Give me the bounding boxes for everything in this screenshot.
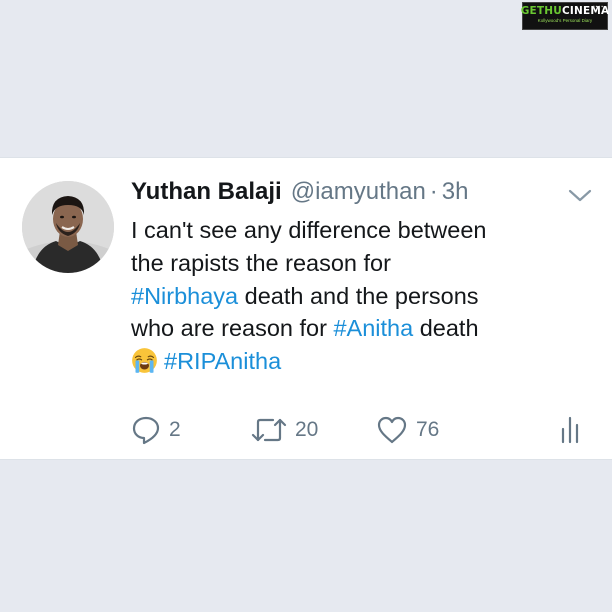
tweet-text-line: #RIPAnitha [131,345,596,378]
reply-button[interactable]: 2 [131,414,181,446]
tweet-text-line: the rapists the reason for [131,249,391,276]
user-handle[interactable]: @iamyuthan [291,176,426,208]
analytics-button[interactable] [559,414,581,446]
chevron-down-icon[interactable] [566,186,594,204]
hashtag-nirbhaya-link[interactable]: #Nirbhaya [131,283,238,309]
retweet-button[interactable]: 20 [251,414,318,446]
analytics-icon [561,416,579,444]
tweet-text: I can't see any difference between the r… [131,214,596,378]
like-count: 76 [416,418,440,441]
tweet-text-fragment: death [413,315,479,342]
heart-icon [377,416,407,444]
avatar[interactable] [22,181,114,273]
display-name[interactable]: Yuthan Balaji [131,176,282,208]
tweet-card: Yuthan Balaji @iamyuthan · 3h I can't se… [0,157,612,460]
reply-count: 2 [169,418,181,441]
watermark-film-dots: ▪▪▪▪ [592,4,604,10]
tweet-text-line: who are reason for #Anitha death [131,312,596,345]
tweet-text-fragment: death and the persons [238,282,479,309]
gethucinema-watermark: ▪▪▪▪ GETHUCINEMA Kollywood's Personal Di… [520,2,609,30]
avatar-photo [22,181,114,273]
reply-icon [132,416,160,445]
like-button[interactable]: 76 [376,414,439,446]
tweet-text-line: I can't see any difference between [131,217,487,243]
hashtag-anitha-link[interactable]: #Anitha [333,315,413,341]
header-separator: · [429,178,438,205]
tweet-timestamp[interactable]: 3h [442,176,469,208]
tweet-text-fragment: who are reason for [131,315,334,342]
crying-face-emoji-icon [132,348,157,374]
retweet-icon [251,418,287,442]
watermark-tagline: Kollywood's Personal Diary [537,18,593,23]
tweet-text-line: #Nirbhaya death and the persons [131,280,596,313]
tweet-actions: 2 20 76 [131,414,591,446]
tweet-header: Yuthan Balaji @iamyuthan · 3h [131,176,469,208]
retweet-count: 20 [295,418,319,441]
watermark-brand-part1: GETHU [520,5,562,17]
hashtag-ripanitha-link[interactable]: #RIPAnitha [164,348,281,374]
